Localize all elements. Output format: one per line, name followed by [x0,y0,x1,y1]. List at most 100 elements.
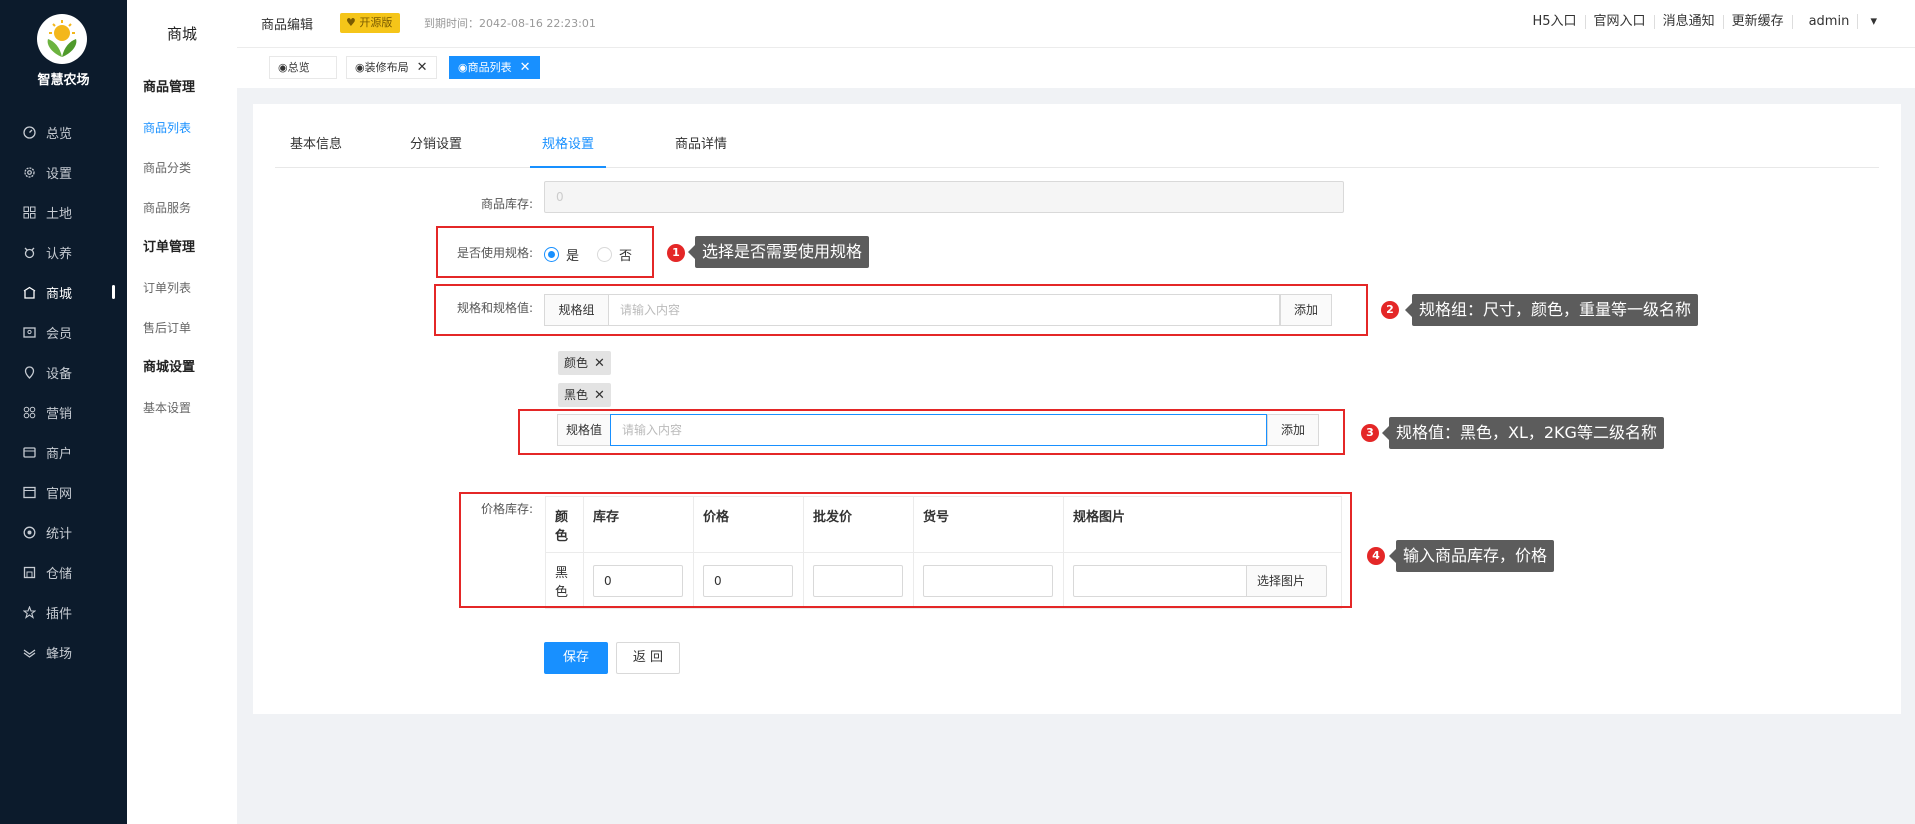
annotation-tip-1: 选择是否需要使用规格 [687,236,870,268]
sidebar-item-stats[interactable]: 统计 [0,512,127,552]
subnav-item-order-list[interactable]: 订单列表 [127,268,237,308]
edition-badge: ♥ 开源版 [340,13,401,33]
chip-label: 黑色 [564,388,589,402]
edition-badge-label: 开源版 [359,16,393,29]
subnav-title: 商城 [166,25,197,43]
sidebar-item-marketing[interactable]: 营销 [0,392,127,432]
sidebar-item-label: 统计 [46,526,73,542]
sidebar-item-label: 总览 [46,126,73,142]
tab-label: ◉装修布局 [355,61,409,74]
annotation-marker-2: 2 [1381,301,1399,319]
sidebar-item-plugins[interactable]: 插件 [0,592,127,632]
form-tab-basic-info[interactable]: 基本信息 [290,126,342,168]
store-icon [22,285,36,299]
sidebar-item-label: 商户 [46,446,73,462]
merchant-icon [22,445,36,459]
tab-label: ◉总览 [278,61,310,74]
heart-icon: ♥ [346,16,360,29]
subnav-item-product-category[interactable]: 商品分类 [127,148,237,188]
sidebar-item-label: 官网 [46,486,73,502]
close-icon[interactable]: ✕ [594,388,605,403]
sidebar-item-member[interactable]: 会员 [0,312,127,352]
device-icon [22,365,36,379]
notifications-link[interactable]: 消息通知 [1653,15,1723,29]
form-tab-detail[interactable]: 商品详情 [675,126,727,168]
sidebar-item-label: 会员 [46,326,73,342]
grid-icon [22,205,36,219]
member-icon [22,325,36,339]
dashboard-icon [22,125,36,139]
top-header: 商品编辑 ♥ 开源版 到期时间：2042-08-16 22:23:01 H5入口… [237,0,1915,48]
website-entry-link[interactable]: 官网入口 [1584,15,1654,29]
close-icon[interactable]: ✕ [520,60,531,75]
save-button[interactable]: 保存 [544,642,608,674]
website-icon [22,485,36,499]
sidebar-item-merchant[interactable]: 商户 [0,432,127,472]
adopt-icon [22,245,36,259]
tab-product-list[interactable]: ◉商品列表 ✕ [449,56,540,79]
annotation-tip-2: 规格组：尺寸，颜色，重量等一级名称 [1404,294,1699,326]
sidebar-item-warehouse[interactable]: 仓储 [0,552,127,592]
tab-label: ◉商品列表 [458,61,512,74]
sidebar-nav: 总览 设置 土地 认养 商城 会员 设备 营销 商户 官网 统计 仓储 插件 蜂… [0,112,127,672]
caret-down-icon: ▾ [1857,14,1885,29]
sidebar-item-label: 土地 [46,206,73,222]
sidebar-item-label: 设置 [46,166,73,182]
form-tab-spec[interactable]: 规格设置 [530,126,607,168]
sidebar-item-adopt[interactable]: 认养 [0,232,127,272]
sidebar-item-store[interactable]: 商城 [0,272,127,312]
sidebar-item-settings[interactable]: 设置 [0,152,127,192]
page-title: 商品编辑 [261,18,314,33]
subnav-group-title: 订单管理 [143,240,196,255]
form-tab-distribution[interactable]: 分销设置 [410,126,462,168]
subnav-item-basic-settings[interactable]: 基本设置 [127,388,237,428]
sidebar-item-device[interactable]: 设备 [0,352,127,392]
sidebar-item-label: 仓储 [46,566,73,582]
close-icon[interactable]: ✕ [417,60,428,75]
sidebar-item-label: 插件 [46,606,73,622]
header-links: H5入口 官网入口 消息通知 更新缓存 admin ▾ [1525,14,1894,29]
sunflower-logo-icon [47,20,77,57]
sidebar-item-label: 蜂场 [46,646,73,662]
tag-tabs-bar: ◉总览 ◉装修布局 ✕ ◉商品列表 ✕ [237,48,1915,88]
spec-chip-color: 颜色 ✕ [558,351,611,375]
stock-label: 商品库存: [480,197,533,211]
sidebar-item-land[interactable]: 土地 [0,192,127,232]
bee-icon [22,645,36,659]
annotation-box-4 [459,492,1352,608]
tab-overview[interactable]: ◉总览 [269,56,337,79]
annotation-tip-4: 输入商品库存，价格 [1388,540,1555,572]
subnav-group-title: 商品管理 [143,80,196,95]
subnav-item-product-service[interactable]: 商品服务 [127,188,237,228]
stock-input: 0 [544,181,1344,213]
brand-logo [37,14,87,64]
stats-icon [22,525,36,539]
h5-entry-link[interactable]: H5入口 [1525,15,1585,29]
expire-time: 到期时间：2042-08-16 22:23:01 [424,17,596,30]
annotation-marker-3: 3 [1361,424,1379,442]
sub-sidebar: 商城 商品管理 商品列表 商品分类 商品服务 订单管理 订单列表 售后订单 商城… [127,0,237,824]
form-tabs: 基本信息 分销设置 规格设置 商品详情 [275,126,1879,168]
annotation-marker-4: 4 [1367,547,1385,565]
sidebar-item-bee[interactable]: 蜂场 [0,632,127,672]
subnav-item-after-sale[interactable]: 售后订单 [127,308,237,348]
close-icon[interactable]: ✕ [594,356,605,371]
sidebar-item-website[interactable]: 官网 [0,472,127,512]
annotation-box-1 [436,226,654,278]
refresh-cache-link[interactable]: 更新缓存 [1722,15,1792,29]
spec-chip-black: 黑色 ✕ [558,383,611,407]
subnav-group-title: 商城设置 [143,360,196,375]
back-button[interactable]: 返 回 [616,642,680,674]
brand-name: 智慧农场 [37,73,90,88]
user-menu[interactable]: admin ▾ [1791,14,1893,29]
sidebar-item-label: 认养 [46,246,73,262]
subnav-item-product-list[interactable]: 商品列表 [127,108,237,148]
tab-decoration-layout[interactable]: ◉装修布局 ✕ [346,56,437,79]
gear-icon [22,165,36,179]
chip-label: 颜色 [564,356,589,370]
sidebar-item-dashboard[interactable]: 总览 [0,112,127,152]
sidebar-item-label: 商城 [46,286,73,302]
annotation-box-2 [434,284,1368,336]
username: admin [1808,14,1850,29]
warehouse-icon [22,565,36,579]
